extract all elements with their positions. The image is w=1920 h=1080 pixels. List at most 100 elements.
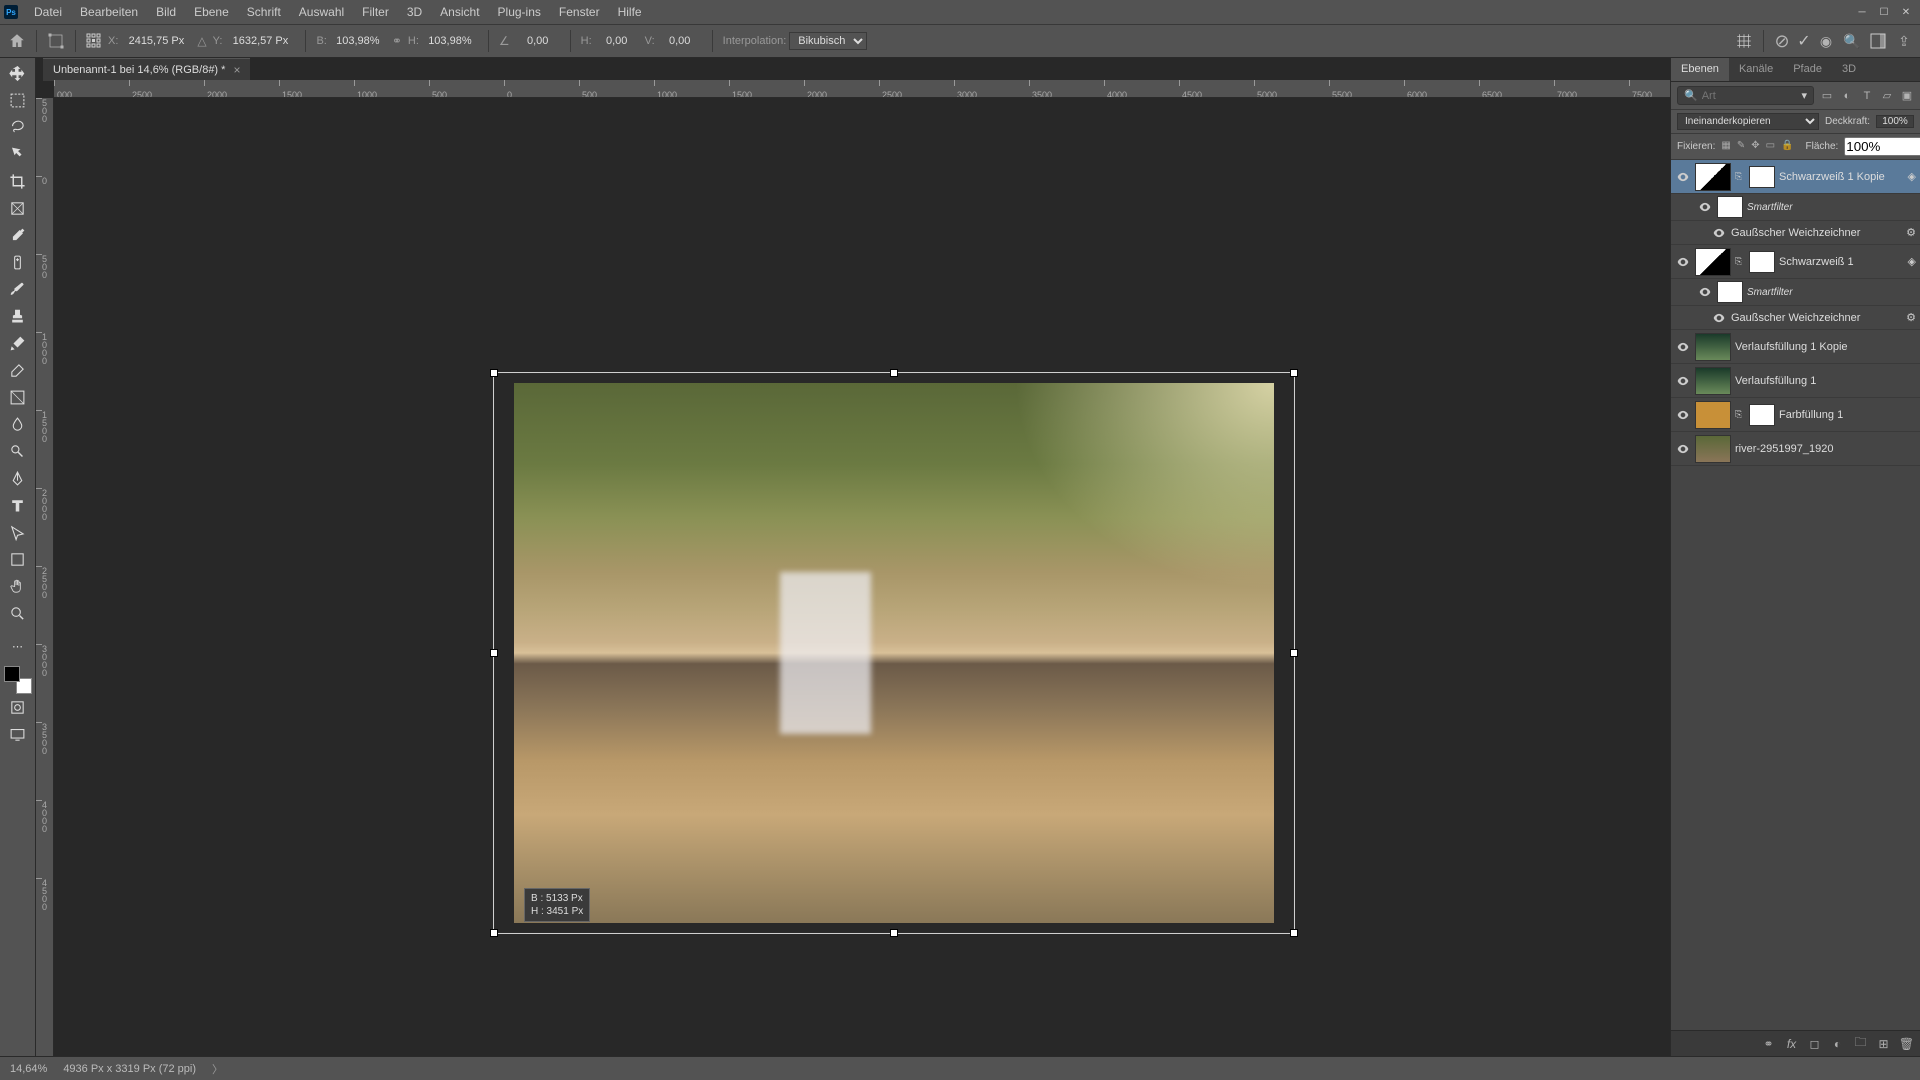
lock-brush-icon[interactable]: ✎ — [1737, 140, 1745, 153]
transform-w-input[interactable] — [330, 35, 386, 47]
visibility-toggle[interactable] — [1675, 373, 1691, 389]
quickselect-tool[interactable] — [3, 141, 33, 168]
visibility-toggle[interactable] — [1675, 254, 1691, 270]
layer-name[interactable]: Verlaufsfüllung 1 Kopie — [1735, 341, 1916, 353]
opacity-input[interactable] — [1876, 115, 1914, 128]
pen-tool[interactable] — [3, 465, 33, 492]
hand-tool[interactable] — [3, 573, 33, 600]
frame-tool[interactable] — [3, 195, 33, 222]
interp-select[interactable]: Bikubisch — [789, 32, 867, 50]
layer-row[interactable]: Smartfilter — [1671, 279, 1920, 306]
tab-3d[interactable]: 3D — [1832, 58, 1866, 81]
crop-tool[interactable] — [3, 168, 33, 195]
path-tool[interactable] — [3, 519, 33, 546]
refpoint-icon[interactable] — [86, 33, 102, 49]
menu-schrift[interactable]: Schrift — [239, 2, 289, 22]
filter-type-icon[interactable]: T — [1860, 89, 1874, 103]
brush-tool[interactable] — [3, 276, 33, 303]
history-brush-tool[interactable] — [3, 330, 33, 357]
delete-layer-icon[interactable]: 🗑 — [1899, 1036, 1914, 1051]
filter-smart-icon[interactable]: ▣ — [1900, 89, 1914, 103]
visibility-toggle[interactable] — [1675, 441, 1691, 457]
gradient-tool[interactable] — [3, 384, 33, 411]
filter-adjust-icon[interactable]: ◐ — [1840, 89, 1854, 103]
mask-thumb[interactable] — [1749, 404, 1775, 426]
visibility-toggle[interactable] — [1697, 199, 1713, 215]
commit-transform-icon[interactable]: ✓ — [1796, 33, 1812, 49]
link-layers-icon[interactable]: ⚭ — [1761, 1036, 1776, 1051]
filter-options-icon[interactable]: ⚙ — [1906, 311, 1916, 324]
menu-auswahl[interactable]: Auswahl — [291, 2, 352, 22]
link-wh-icon[interactable]: ⚭ — [392, 34, 402, 48]
menu-bild[interactable]: Bild — [148, 2, 184, 22]
filter-mask-thumb[interactable] — [1717, 281, 1743, 303]
layer-row[interactable]: ⎘ Schwarzweiß 1 ◈ — [1671, 245, 1920, 279]
handle-top-right[interactable] — [1290, 369, 1298, 377]
mask-thumb[interactable] — [1749, 251, 1775, 273]
fill-input[interactable] — [1844, 137, 1920, 156]
visibility-toggle[interactable] — [1675, 407, 1691, 423]
handle-bottom-right[interactable] — [1290, 929, 1298, 937]
share-icon[interactable]: ⇪ — [1896, 33, 1912, 49]
layer-thumb[interactable] — [1695, 435, 1731, 463]
eraser-tool[interactable] — [3, 357, 33, 384]
lock-pixels-icon[interactable]: ▦ — [1721, 140, 1730, 153]
handle-bottom-center[interactable] — [890, 929, 898, 937]
filter-mask-thumb[interactable] — [1717, 196, 1743, 218]
zoom-tool[interactable] — [3, 600, 33, 627]
layer-thumb[interactable] — [1695, 333, 1731, 361]
dodge-tool[interactable] — [3, 438, 33, 465]
group-icon[interactable]: 🗀 — [1853, 1036, 1868, 1051]
filter-options-icon[interactable]: ⚙ — [1906, 226, 1916, 239]
layer-name[interactable]: Schwarzweiß 1 — [1779, 256, 1904, 268]
layer-row[interactable]: Verlaufsfüllung 1 — [1671, 364, 1920, 398]
new-layer-icon[interactable]: ⊞ — [1876, 1036, 1891, 1051]
screenmode-tool[interactable] — [3, 721, 33, 748]
layer-row[interactable]: Gaußscher Weichzeichner ⚙ — [1671, 221, 1920, 245]
layer-name[interactable]: Schwarzweiß 1 Kopie — [1779, 171, 1904, 183]
layer-search-box[interactable]: 🔍 ▾ — [1677, 86, 1814, 105]
shape-tool[interactable] — [3, 546, 33, 573]
layer-thumb[interactable] — [1695, 163, 1731, 191]
menu-plugins[interactable]: Plug-ins — [490, 2, 549, 22]
menu-ansicht[interactable]: Ansicht — [432, 2, 487, 22]
filter-image-icon[interactable]: ▭ — [1820, 89, 1834, 103]
triangle-icon[interactable]: △ — [197, 34, 206, 48]
menu-bearbeiten[interactable]: Bearbeiten — [72, 2, 146, 22]
cancel-transform-icon[interactable]: ⊘ — [1774, 33, 1790, 49]
filter-shape-icon[interactable]: ▱ — [1880, 89, 1894, 103]
handle-bottom-left[interactable] — [490, 929, 498, 937]
transform-h-input[interactable] — [422, 35, 478, 47]
layer-row[interactable]: ⎘ Farbfüllung 1 — [1671, 398, 1920, 432]
mask-thumb[interactable] — [1749, 166, 1775, 188]
close-tab-icon[interactable]: × — [233, 63, 240, 77]
quickmask-tool[interactable] — [3, 694, 33, 721]
menu-filter[interactable]: Filter — [354, 2, 397, 22]
marquee-tool[interactable] — [3, 87, 33, 114]
tab-kanaele[interactable]: Kanäle — [1729, 58, 1783, 81]
vertical-ruler[interactable]: 500050010001500200025003000350040004500 — [36, 98, 54, 1056]
layer-search-input[interactable] — [1702, 90, 1798, 102]
type-tool[interactable] — [3, 492, 33, 519]
blend-mode-select[interactable]: Ineinanderkopieren — [1677, 113, 1819, 130]
cloud-icon[interactable]: ◉ — [1818, 33, 1834, 49]
visibility-toggle[interactable] — [1711, 310, 1727, 326]
tab-ebenen[interactable]: Ebenen — [1671, 58, 1729, 81]
handle-mid-right[interactable] — [1290, 649, 1298, 657]
heal-tool[interactable] — [3, 249, 33, 276]
document-tab[interactable]: Unbenannt-1 bei 14,6% (RGB/8#) * × — [43, 58, 250, 81]
maximize-button[interactable]: ☐ — [1874, 4, 1894, 20]
transform-vskew-input[interactable] — [658, 35, 702, 47]
layer-name[interactable]: Farbfüllung 1 — [1779, 409, 1916, 421]
lasso-tool[interactable] — [3, 114, 33, 141]
layer-thumb[interactable] — [1695, 401, 1731, 429]
transform-y-input[interactable] — [225, 35, 295, 47]
adjustment-icon[interactable]: ◐ — [1830, 1036, 1845, 1051]
status-more-icon[interactable]: 〉 — [212, 1061, 223, 1077]
layer-row[interactable]: Verlaufsfüllung 1 Kopie — [1671, 330, 1920, 364]
lock-artboard-icon[interactable]: ▭ — [1766, 140, 1775, 153]
color-swatches[interactable] — [4, 666, 32, 694]
eyedropper-tool[interactable] — [3, 222, 33, 249]
layer-row[interactable]: Gaußscher Weichzeichner ⚙ — [1671, 306, 1920, 330]
blur-tool[interactable] — [3, 411, 33, 438]
